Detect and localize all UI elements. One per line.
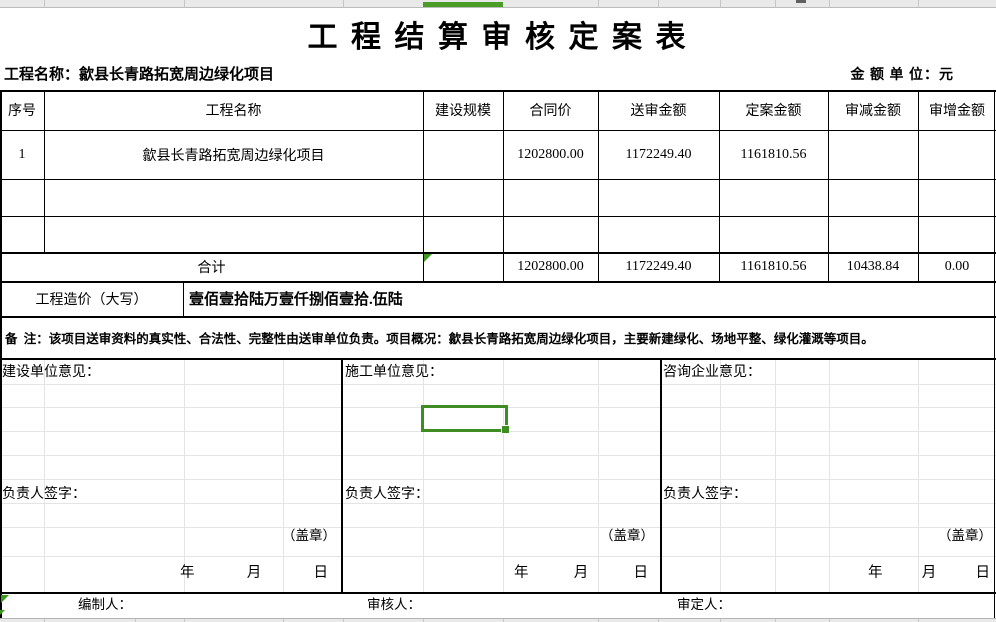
header-project-name[interactable]: 工程名称 xyxy=(44,90,423,130)
note-text[interactable]: 备 注：该项目送审资料的真实性、合法性、完整性由送审单位负责。项目概况：歙县长青… xyxy=(0,316,995,358)
preparer-label[interactable]: 编制人： xyxy=(78,593,132,617)
column-divider xyxy=(918,0,919,7)
grid-line xyxy=(598,358,599,592)
total-contract-price[interactable]: 1202800.00 xyxy=(503,252,598,281)
year-label: 年 xyxy=(180,558,195,588)
grid-line xyxy=(0,479,996,480)
grid-line xyxy=(423,358,424,592)
grid-line xyxy=(44,358,45,592)
header-final-amount[interactable]: 定案金额 xyxy=(719,90,828,130)
column-divider xyxy=(343,0,344,7)
grid-line xyxy=(775,358,776,592)
day-label: 日 xyxy=(634,558,649,588)
grid-line xyxy=(0,384,996,385)
opinion-contractor-title[interactable]: 施工单位意见： xyxy=(345,361,443,381)
column-divider xyxy=(720,0,721,7)
header-mark xyxy=(796,0,806,3)
sign-label-consultant[interactable]: 负责人签字： xyxy=(663,483,747,503)
cell-final-amount[interactable]: 1161810.56 xyxy=(719,130,828,179)
header-increase-amount[interactable]: 审增金额 xyxy=(918,90,996,130)
fill-handle[interactable] xyxy=(501,425,510,434)
cell-project-name[interactable]: 歙县长青路拓宽周边绿化项目 xyxy=(44,130,423,179)
total-review-amount[interactable]: 1172249.40 xyxy=(598,252,719,281)
cell-seq[interactable]: 1 xyxy=(0,130,44,179)
date-row-consultant[interactable]: 年 月 日 xyxy=(868,558,990,588)
table-border xyxy=(0,179,996,180)
opinion-consultant-title[interactable]: 咨询企业意见： xyxy=(663,361,761,381)
column-divider xyxy=(598,0,599,7)
auditor-label[interactable]: 审核人： xyxy=(367,593,421,617)
error-indicator-icon xyxy=(1,595,9,603)
seal-label-owner[interactable]: （盖章） xyxy=(150,526,336,546)
project-name-label[interactable]: 工程名称：歙县长青路拓宽周边绿化项目 xyxy=(4,62,274,88)
total-decrease-amount[interactable]: 10438.84 xyxy=(828,252,918,281)
month-label: 月 xyxy=(574,558,589,588)
header-contract-price[interactable]: 合同价 xyxy=(503,90,598,130)
month-label: 月 xyxy=(922,558,937,588)
column-divider xyxy=(775,0,776,7)
grid-line xyxy=(0,455,996,456)
year-label: 年 xyxy=(514,558,529,588)
amount-unit-label[interactable]: 金 额 单 位：元 xyxy=(851,64,955,88)
active-cell-selection[interactable] xyxy=(421,405,508,432)
sign-label-owner[interactable]: 负责人签字： xyxy=(2,483,86,503)
header-decrease-amount[interactable]: 审减金额 xyxy=(828,90,918,130)
bottom-row-strip[interactable] xyxy=(0,618,996,622)
cell-review-amount[interactable]: 1172249.40 xyxy=(598,130,719,179)
error-indicator-icon xyxy=(0,610,5,615)
total-label[interactable]: 合计 xyxy=(0,252,423,281)
month-label: 月 xyxy=(247,558,262,588)
page-title[interactable]: 工 程 结 算 审 核 定 案 表 xyxy=(0,12,996,56)
grid-line xyxy=(503,358,504,592)
grid-line xyxy=(720,358,721,592)
date-row-owner[interactable]: 年 月 日 xyxy=(180,558,328,588)
spreadsheet-view: 工 程 结 算 审 核 定 案 表 工程名称：歙县长青路拓宽周边绿化项目 金 额… xyxy=(0,0,996,622)
header-seq[interactable]: 序号 xyxy=(0,90,44,130)
total-increase-amount[interactable]: 0.00 xyxy=(918,252,996,281)
header-scale[interactable]: 建设规模 xyxy=(423,90,503,130)
table-border xyxy=(0,216,996,217)
seal-label-consultant[interactable]: （盖章） xyxy=(806,526,992,546)
selected-column-highlight xyxy=(423,2,503,7)
grid-line xyxy=(184,358,185,592)
year-label: 年 xyxy=(868,558,883,588)
day-label: 日 xyxy=(976,558,991,588)
grid-line xyxy=(0,503,996,504)
grid-line xyxy=(829,358,830,592)
sign-label-contractor[interactable]: 负责人签字： xyxy=(345,483,429,503)
column-divider xyxy=(658,0,659,7)
table-border xyxy=(0,358,996,360)
grid-line xyxy=(918,358,919,592)
date-row-contractor[interactable]: 年 月 日 xyxy=(514,558,648,588)
total-final-amount[interactable]: 1161810.56 xyxy=(719,252,828,281)
column-divider xyxy=(184,0,185,7)
day-label: 日 xyxy=(314,558,329,588)
opinion-owner-title[interactable]: 建设单位意见： xyxy=(2,361,100,381)
column-divider xyxy=(44,0,45,7)
cell-contract-price[interactable]: 1202800.00 xyxy=(503,130,598,179)
capital-amount-value[interactable]: 壹佰壹拾陆万壹仟捌佰壹拾.伍陆 xyxy=(183,281,995,316)
capital-amount-label[interactable]: 工程造价（大写） xyxy=(0,281,183,316)
approver-label[interactable]: 审定人： xyxy=(677,593,731,617)
grid-line xyxy=(283,358,284,592)
table-border xyxy=(0,592,996,594)
column-headers-strip[interactable] xyxy=(0,0,996,8)
header-review-amount[interactable]: 送审金额 xyxy=(598,90,719,130)
section-divider xyxy=(341,358,343,592)
grid-line xyxy=(0,556,996,557)
section-divider xyxy=(660,358,662,592)
seal-label-contractor[interactable]: （盖章） xyxy=(466,526,654,546)
error-indicator-icon xyxy=(424,254,432,262)
column-divider xyxy=(829,0,830,7)
